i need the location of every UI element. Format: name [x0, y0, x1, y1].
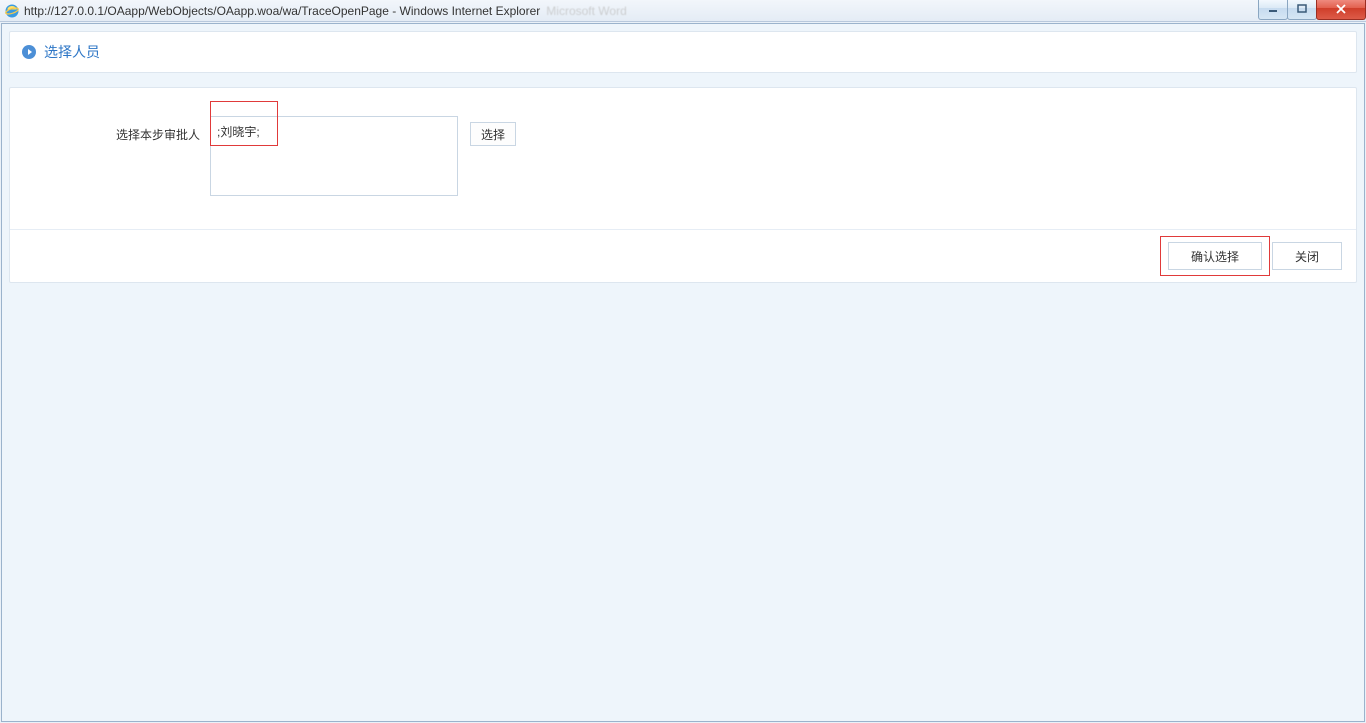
panel-actions: 确认选择 关闭 — [10, 230, 1356, 282]
form-panel: 选择本步审批人 选择 确认选择 关闭 — [9, 87, 1357, 283]
approver-textarea[interactable] — [210, 116, 458, 196]
ie-icon — [4, 3, 20, 19]
select-approver-button[interactable]: 选择 — [470, 122, 516, 146]
maximize-button[interactable] — [1287, 0, 1317, 20]
confirm-button-wrap: 确认选择 — [1168, 242, 1262, 270]
background-app-title: Microsoft Word — [546, 4, 626, 18]
form-body: 选择本步审批人 选择 — [10, 88, 1356, 230]
window-controls — [1259, 0, 1366, 20]
titlebar: http://127.0.0.1/OAapp/WebObjects/OAapp.… — [0, 0, 1366, 22]
approver-row: 选择本步审批人 选择 — [30, 116, 1336, 199]
panel-header: 选择人员 — [9, 31, 1357, 73]
play-bullet-icon — [22, 45, 36, 59]
browser-client-area: 选择人员 选择本步审批人 选择 — [0, 22, 1366, 723]
approver-textarea-wrap — [210, 116, 458, 199]
panel-title: 选择人员 — [44, 42, 100, 62]
close-window-button[interactable] — [1316, 0, 1366, 20]
window-title: http://127.0.0.1/OAapp/WebObjects/OAapp.… — [24, 4, 540, 18]
confirm-button[interactable]: 确认选择 — [1168, 242, 1262, 270]
content-frame: 选择人员 选择本步审批人 选择 — [1, 23, 1365, 722]
browser-window: http://127.0.0.1/OAapp/WebObjects/OAapp.… — [0, 0, 1366, 723]
approver-label: 选择本步审批人 — [30, 116, 210, 143]
page: 选择人员 选择本步审批人 选择 — [9, 31, 1357, 714]
close-button[interactable]: 关闭 — [1272, 242, 1342, 270]
minimize-button[interactable] — [1258, 0, 1288, 20]
